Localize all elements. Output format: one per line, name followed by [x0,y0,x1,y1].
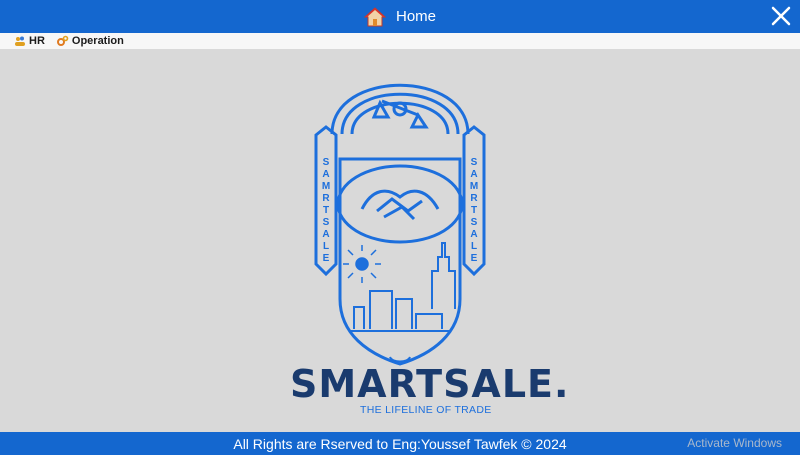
gears-icon [56,35,69,46]
home-window: Home HR Operation S A M R T S A L E S A … [0,0,800,455]
menu-item-label: Operation [71,35,124,47]
main-content: SAMRTSALE SAMRTSALE SMARTSALE. THE LIFEL… [0,49,800,432]
window-title: Home [395,8,436,25]
side-text-right: SAMRTSALE [470,157,479,264]
menu-item-operation[interactable]: Operation [56,35,124,47]
home-icon [363,6,387,28]
brand-name: SMARTSALE. [290,362,570,406]
menu-item-label: HR [29,35,45,47]
title-bar: Home [0,0,800,33]
menu-item-hr[interactable]: HR [14,35,45,47]
footer-text: All Rights are Rserved to Eng:Youssef Ta… [233,435,567,452]
activation-watermark: Activate Windows [687,436,782,450]
smartsale-logo-emblem: SAMRTSALE SAMRTSALE [314,83,486,366]
brand-block: SMARTSALE. THE LIFELINE OF TRADE [290,362,570,416]
menu-bar: HR Operation [0,33,800,49]
users-icon [15,36,25,46]
close-icon [771,6,791,26]
close-button[interactable] [768,3,794,29]
footer-bar: All Rights are Rserved to Eng:Youssef Ta… [0,432,800,455]
side-text-left: SAMRTSALE [322,157,331,264]
